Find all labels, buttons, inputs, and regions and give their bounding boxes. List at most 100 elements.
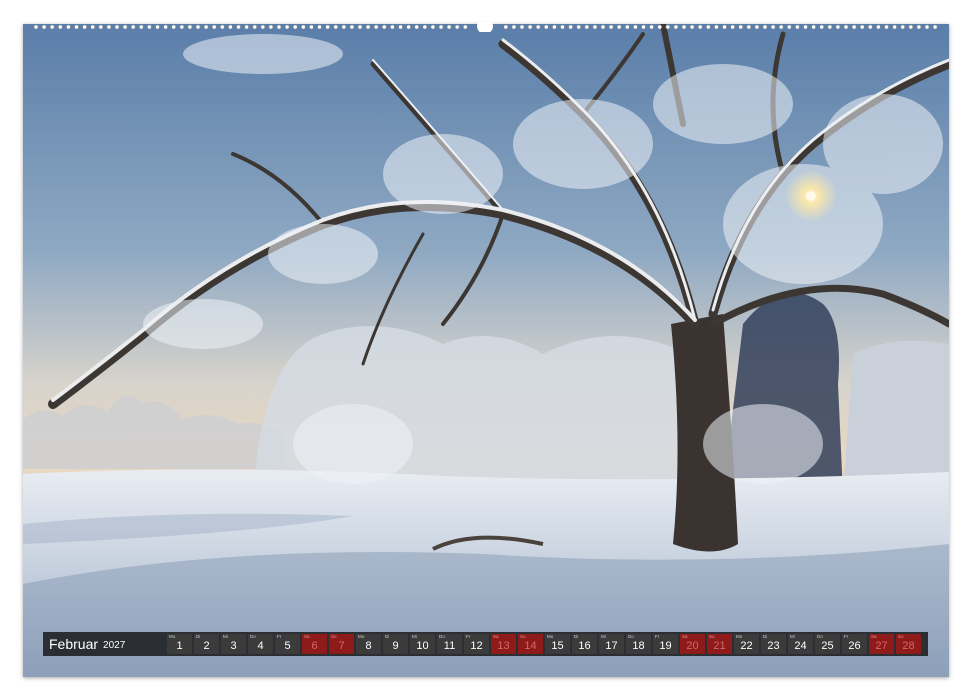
binding-hole xyxy=(503,24,509,30)
day-cells: Mo 1 Di 2 Mi 3 Do 4 Fr 5 Sa 6 So 7 Mo 8 Di 9 Mi 10 Do 11 Fr 12 S… xyxy=(167,634,923,654)
binding-hole xyxy=(714,24,719,30)
day-number: 9 xyxy=(392,640,399,652)
binding-hole xyxy=(341,24,347,30)
binding-hole xyxy=(90,24,95,30)
weekday-label: So xyxy=(709,634,715,639)
binding-hole xyxy=(795,24,800,30)
binding-hole xyxy=(762,24,768,30)
binding-hole xyxy=(770,24,776,30)
weekday-label: So xyxy=(331,634,337,639)
binding-hole xyxy=(916,24,922,30)
binding-hole xyxy=(730,24,735,30)
weekday-label: Fr xyxy=(466,634,471,639)
binding-hole xyxy=(924,24,930,30)
day-cell: Mo 22 xyxy=(734,634,759,654)
day-number: 28 xyxy=(902,640,915,652)
binding-hole xyxy=(430,24,436,30)
binding-hole xyxy=(641,24,646,30)
binding-hole xyxy=(592,24,598,30)
day-cell: So 21 xyxy=(707,634,732,654)
binding-hole xyxy=(867,24,873,30)
binding-hole xyxy=(892,24,897,30)
binding-hole xyxy=(276,24,282,30)
binding-hole xyxy=(527,24,533,30)
day-number: 12 xyxy=(470,640,483,652)
binding-hole xyxy=(398,24,403,30)
binding-hole xyxy=(900,24,906,30)
binding-hole xyxy=(535,24,541,30)
weekday-label: Mi xyxy=(601,634,606,639)
weekday-label: So xyxy=(520,634,526,639)
day-number: 11 xyxy=(443,640,456,652)
day-number: 21 xyxy=(713,640,726,652)
day-cell: Do 4 xyxy=(248,634,273,654)
day-cell: Fr 12 xyxy=(464,634,489,654)
day-number: 4 xyxy=(257,640,264,652)
binding-hole xyxy=(155,24,160,30)
binding-hole xyxy=(778,24,784,30)
day-number: 19 xyxy=(659,640,672,652)
binding-hole xyxy=(600,24,606,30)
weekday-label: So xyxy=(898,634,904,639)
day-cell: Do 25 xyxy=(815,634,840,654)
day-number: 17 xyxy=(605,640,618,652)
day-cell: Mi 24 xyxy=(788,634,813,654)
binding-hole xyxy=(211,24,217,30)
day-cell: Di 2 xyxy=(194,634,219,654)
day-cell: Mo 15 xyxy=(545,634,570,654)
day-cell: Fr 19 xyxy=(653,634,678,654)
day-cell: Do 18 xyxy=(626,634,651,654)
binding-hole xyxy=(390,24,395,30)
binding-hole xyxy=(414,24,420,30)
day-number: 3 xyxy=(230,640,237,652)
binding-hole xyxy=(373,24,379,30)
binding-hole xyxy=(705,24,711,30)
day-cell: Fr 26 xyxy=(842,634,867,654)
binding-hole xyxy=(139,24,144,30)
weekday-label: Mo xyxy=(358,634,365,639)
binding-hole xyxy=(851,24,857,30)
binding-hole xyxy=(454,24,460,30)
binding-hole xyxy=(827,24,833,30)
binding-hole xyxy=(608,24,614,30)
binding-hole xyxy=(754,24,760,30)
binding-hole xyxy=(147,24,152,30)
binding-hole xyxy=(746,24,752,30)
binding-hole xyxy=(438,24,444,30)
day-number: 24 xyxy=(794,640,807,652)
weekday-label: Do xyxy=(628,634,634,639)
weekday-label: Sa xyxy=(871,634,877,639)
binding-hole xyxy=(584,24,590,30)
day-cell: Mi 10 xyxy=(410,634,435,654)
binding-hole xyxy=(203,24,209,30)
weekday-label: Sa xyxy=(304,634,310,639)
year-label: 2027 xyxy=(103,639,126,651)
binding-hole xyxy=(673,24,679,30)
binding-hole xyxy=(835,24,841,30)
binding-hole xyxy=(317,24,322,30)
binding-hole xyxy=(114,24,120,30)
weekday-label: Mi xyxy=(412,634,417,639)
binding-hole xyxy=(57,24,63,30)
day-number: 13 xyxy=(497,640,510,652)
day-number: 2 xyxy=(203,640,210,652)
binding-hole xyxy=(82,24,87,30)
day-number: 1 xyxy=(176,640,183,652)
binding-hole xyxy=(130,24,136,30)
binding-hole xyxy=(811,24,816,30)
day-cell: Sa 6 xyxy=(302,634,327,654)
day-cell: Fr 5 xyxy=(275,634,300,654)
binding-hole xyxy=(462,24,468,30)
day-number: 22 xyxy=(740,640,753,652)
binding-hole xyxy=(552,24,557,30)
binding-hole xyxy=(244,24,249,30)
binding-hole xyxy=(357,24,363,30)
binding-hole xyxy=(697,24,703,30)
day-number: 26 xyxy=(848,640,861,652)
binding-hole xyxy=(41,24,47,30)
day-cell: Sa 20 xyxy=(680,634,705,654)
weekday-label: Fr xyxy=(655,634,660,639)
binding-hole xyxy=(325,24,330,30)
binding-hole xyxy=(187,24,193,30)
weekday-label: Fr xyxy=(844,634,849,639)
